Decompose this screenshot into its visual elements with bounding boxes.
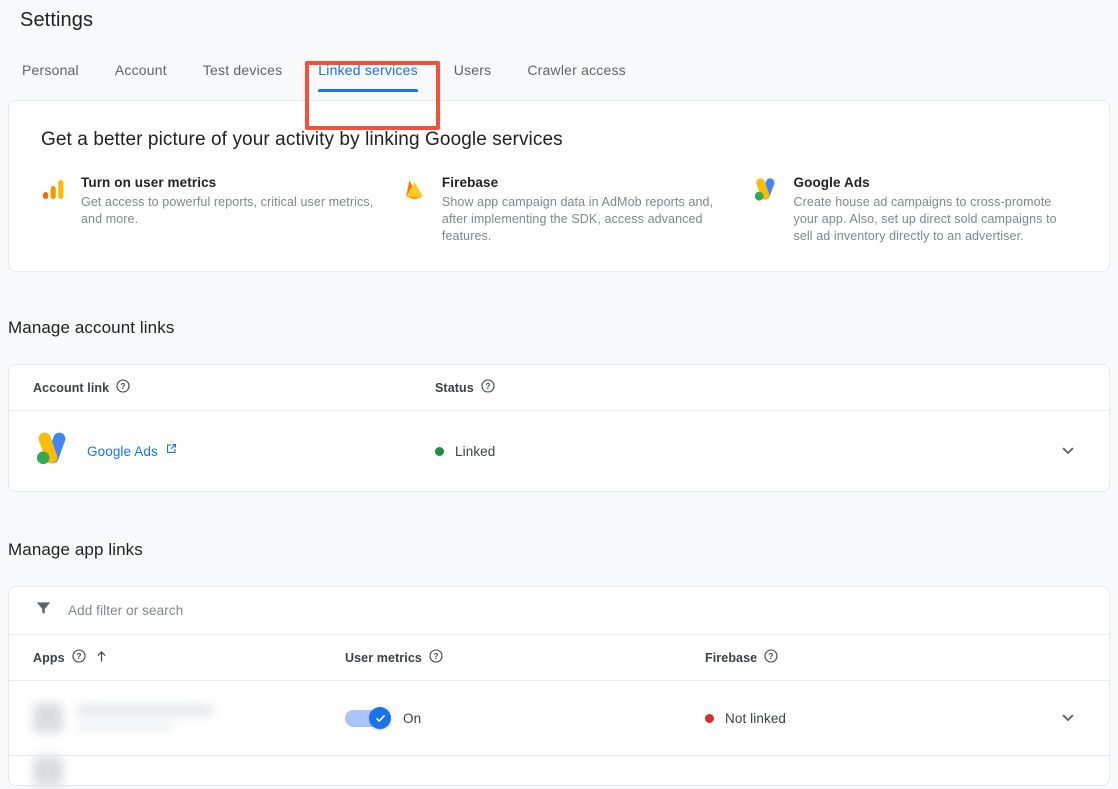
promo-heading: Get a better picture of your activity by… (41, 129, 563, 150)
tab-crawler-access[interactable]: Crawler access (527, 58, 626, 94)
tab-label: Linked services (318, 62, 418, 78)
firebase-flame-icon (402, 175, 428, 245)
column-label: Apps (33, 650, 65, 665)
manage-app-links-heading: Manage app links (8, 540, 143, 559)
account-link-cell: Google Ads (33, 430, 435, 473)
status-dot-not-linked (705, 713, 714, 723)
app-links-table: Add filter or search Apps ? User metrics… (8, 586, 1110, 786)
external-link-icon[interactable] (165, 442, 178, 460)
column-header-firebase: Firebase ? (705, 649, 1085, 666)
promo-item-description: Create house ad campaigns to cross-promo… (793, 195, 1057, 243)
account-links-table: Account link ? Status ? Google Ads Linke… (8, 364, 1110, 492)
tab-linked-services[interactable]: Linked services (318, 58, 418, 94)
google-ads-icon (752, 175, 780, 245)
google-ads-icon (33, 430, 73, 473)
help-icon[interactable]: ? (764, 649, 778, 666)
active-tab-underline (318, 89, 418, 92)
filter-funnel-icon[interactable] (35, 600, 52, 622)
tab-label: Account (114, 62, 167, 78)
column-label: Status (435, 380, 474, 395)
help-icon[interactable]: ? (72, 649, 86, 666)
promo-item-title: Turn on user metrics (81, 175, 217, 190)
toggle-thumb (369, 707, 391, 729)
promo-item-google-ads[interactable]: Google Ads Create house ad campaigns to … (752, 175, 1077, 245)
tab-users[interactable]: Users (454, 58, 492, 94)
column-header-apps[interactable]: Apps ? (33, 649, 345, 666)
promo-item-title: Firebase (441, 175, 499, 190)
tab-label: Users (453, 62, 492, 78)
svg-text:?: ? (769, 652, 774, 661)
column-label: Account link (33, 380, 110, 395)
app-links-table-header: Apps ? User metrics ? Firebase ? (9, 635, 1109, 681)
status-cell: Linked (435, 444, 1051, 459)
svg-text:?: ? (433, 652, 438, 661)
user-metrics-toggle-label: On (403, 710, 422, 726)
redacted-app-identity (33, 703, 213, 733)
user-metrics-toggle[interactable] (345, 707, 391, 729)
column-header-status: Status ? (435, 379, 1085, 396)
linked-services-promo-card: Get a better picture of your activity by… (8, 100, 1110, 272)
app-links-filter-bar[interactable]: Add filter or search (9, 587, 1109, 635)
promo-items-row: Turn on user metrics Get access to power… (41, 175, 1077, 245)
manage-account-links-heading: Manage account links (8, 318, 175, 337)
status-badge: Not linked (705, 711, 786, 726)
tab-label: Test devices (202, 62, 283, 78)
expand-row-chevron-down-icon[interactable] (1051, 709, 1085, 727)
tab-label: Crawler access (527, 62, 626, 78)
tab-account[interactable]: Account (115, 58, 167, 94)
account-links-table-header: Account link ? Status ? (9, 365, 1109, 411)
user-metrics-cell: On (345, 707, 705, 729)
app-avatar (33, 703, 63, 733)
tab-test-devices[interactable]: Test devices (203, 58, 282, 94)
sort-ascending-arrow-icon[interactable] (95, 650, 108, 666)
account-link-name[interactable]: Google Ads (87, 444, 158, 459)
expand-row-chevron-down-icon[interactable] (1051, 442, 1085, 460)
column-label: Firebase (705, 650, 758, 665)
status-dot-linked (435, 446, 444, 456)
column-header-user-metrics: User metrics ? (345, 649, 705, 666)
page-title: Settings (20, 9, 94, 31)
promo-item-user-metrics[interactable]: Turn on user metrics Get access to power… (41, 175, 402, 245)
app-avatar (33, 755, 63, 786)
tab-label: Personal (22, 62, 79, 78)
user-metrics-bar-chart-icon (41, 175, 67, 245)
redacted-app-identity (33, 755, 63, 786)
svg-text:?: ? (121, 382, 126, 391)
column-label: User metrics (345, 650, 422, 665)
app-name-placeholder (77, 705, 213, 731)
svg-text:?: ? (76, 652, 81, 661)
help-icon[interactable]: ? (481, 379, 495, 396)
tab-personal[interactable]: Personal (22, 58, 79, 94)
table-row[interactable]: Google Ads Linked (9, 411, 1109, 491)
status-label: Not linked (725, 710, 787, 726)
table-row[interactable] (9, 755, 1109, 786)
status-label: Linked (455, 443, 496, 459)
app-name-cell (33, 703, 345, 733)
promo-item-firebase[interactable]: Firebase Show app campaign data in AdMob… (402, 175, 752, 245)
filter-input[interactable]: Add filter or search (68, 603, 183, 618)
promo-item-description: Show app campaign data in AdMob reports … (441, 195, 714, 243)
promo-item-title: Google Ads (793, 175, 870, 190)
help-icon[interactable]: ? (429, 649, 443, 666)
status-badge: Linked (435, 444, 495, 459)
table-row[interactable]: On Not linked (9, 681, 1109, 755)
help-icon[interactable]: ? (116, 379, 130, 396)
firebase-status-cell: Not linked (705, 711, 1051, 726)
column-header-account-link: Account link ? (33, 379, 435, 396)
app-name-cell (33, 755, 345, 786)
promo-item-description: Get access to powerful reports, critical… (81, 195, 374, 226)
svg-text:?: ? (485, 382, 490, 391)
settings-tab-bar: Personal Account Test devices Linked ser… (0, 58, 1118, 130)
